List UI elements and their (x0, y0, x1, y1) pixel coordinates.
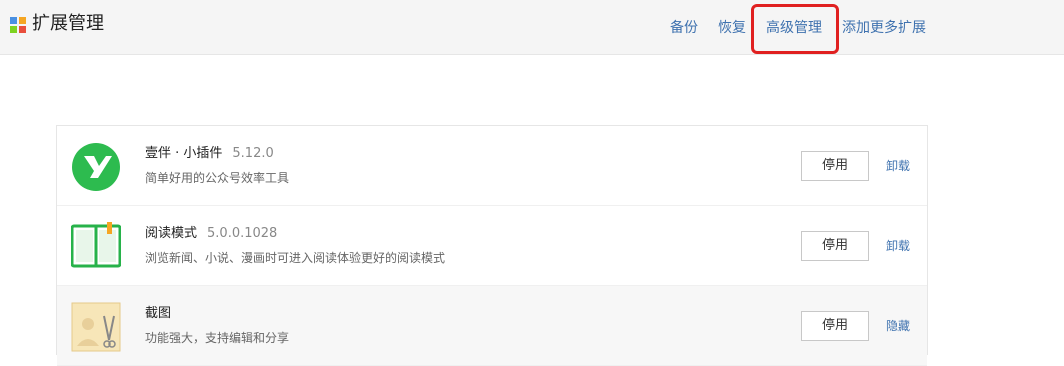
disable-button[interactable]: 停用 (801, 311, 869, 341)
page-title: 扩展管理 (32, 13, 104, 34)
extension-name: 壹伴 · 小插件 5.12.0 (145, 146, 274, 161)
extension-manager-logo-icon (10, 17, 26, 33)
extension-description: 功能强大，支持编辑和分享 (145, 331, 290, 345)
backup-link[interactable]: 备份 (670, 19, 698, 37)
header-bar: 扩展管理 备份 恢复 高级管理 添加更多扩展 (0, 0, 1064, 55)
extension-version: 5.12.0 (232, 146, 274, 161)
disable-button[interactable]: 停用 (801, 231, 869, 261)
book-icon (70, 222, 122, 272)
uninstall-link[interactable]: 卸载 (886, 239, 910, 253)
screenshot-icon (71, 302, 121, 352)
hide-link[interactable]: 隐藏 (886, 319, 910, 333)
extension-description: 浏览新闻、小说、漫画时可进入阅读体验更好的阅读模式 (145, 251, 446, 265)
extension-description: 简单好用的公众号效率工具 (145, 171, 290, 185)
highlight-annotation-box (751, 4, 839, 54)
extension-item: 截图 功能强大，支持编辑和分享 停用 隐藏 (57, 286, 927, 366)
uninstall-link[interactable]: 卸载 (886, 159, 910, 173)
add-more-extensions-link[interactable]: 添加更多扩展 (842, 19, 926, 37)
extension-item: 阅读模式 5.0.0.1028 浏览新闻、小说、漫画时可进入阅读体验更好的阅读模式… (57, 206, 927, 286)
extension-name: 截图 (145, 306, 172, 321)
extension-version: 5.0.0.1028 (207, 226, 278, 241)
disable-button[interactable]: 停用 (801, 151, 869, 181)
extension-item: 壹伴 · 小插件 5.12.0 简单好用的公众号效率工具 停用 卸载 (57, 126, 927, 206)
restore-link[interactable]: 恢复 (718, 19, 746, 37)
yiban-logo-icon (71, 142, 121, 192)
extension-name: 阅读模式 5.0.0.1028 (145, 226, 278, 241)
extension-list: 壹伴 · 小插件 5.12.0 简单好用的公众号效率工具 停用 卸载 阅读模式 5.… (56, 125, 928, 366)
